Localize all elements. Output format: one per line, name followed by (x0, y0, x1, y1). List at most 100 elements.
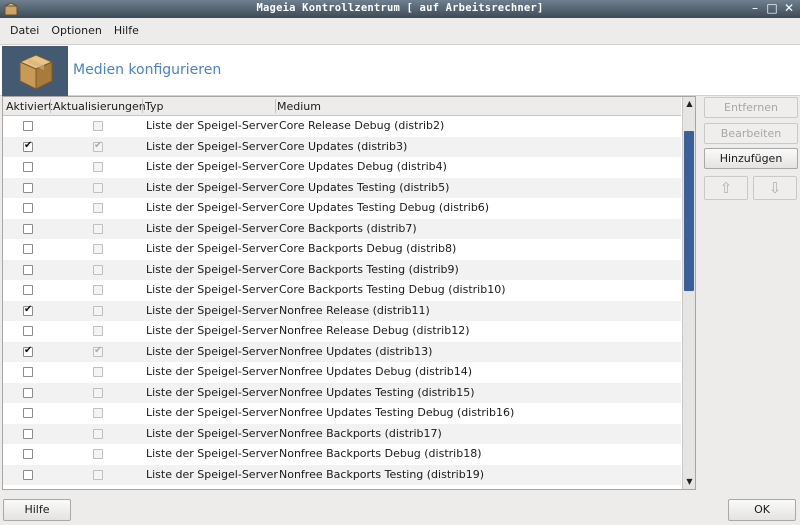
updates-checkbox[interactable] (93, 203, 103, 213)
table-row[interactable]: Liste der Speigel-Server Nonfree Updates … (3, 362, 681, 383)
activated-checkbox[interactable]: ✔ (23, 345, 33, 357)
activated-checkbox[interactable] (23, 408, 33, 418)
table-row[interactable]: Liste der Speigel-Server Core Backports T… (3, 259, 681, 280)
remove-button[interactable]: Entfernen (704, 97, 798, 118)
menu-datei[interactable]: Datei (4, 24, 45, 37)
help-button[interactable]: Hilfe (3, 499, 71, 521)
col-header-typ[interactable]: Typ (145, 100, 164, 113)
page-title: Medien konfigurieren (73, 62, 222, 78)
updates-checkbox[interactable] (93, 182, 103, 193)
activated-checkbox[interactable] (23, 469, 33, 480)
updates-checkbox[interactable] (93, 285, 103, 295)
activated-checkbox[interactable] (23, 285, 33, 295)
scroll-down-icon[interactable]: ▼ (684, 476, 695, 488)
menubar: Datei Optionen Hilfe (0, 18, 800, 42)
table-row[interactable]: Liste der Speigel-Server Core Backports (… (3, 218, 681, 239)
updates-checkbox[interactable] (93, 244, 103, 254)
minimize-icon[interactable]: – (748, 1, 762, 15)
updates-checkbox[interactable]: ✔ (93, 345, 103, 357)
table-row[interactable]: ✔ Liste der Speigel-Server Nonfree Release… (3, 300, 681, 321)
table-row[interactable]: Liste der Speigel-Server Nonfree Updates … (3, 403, 681, 424)
activated-checkbox[interactable] (23, 162, 33, 172)
type-cell: Liste der Speigel-Server (146, 344, 278, 358)
table-row[interactable]: Liste der Speigel-ServerNonfree Backport… (3, 485, 681, 489)
medium-cell: Nonfree Release (distrib11) (279, 303, 430, 317)
activated-checkbox[interactable]: ✔ (23, 303, 33, 316)
add-button[interactable]: Hinzufügen (704, 148, 798, 169)
medium-cell: Core Release Debug (distrib2) (279, 119, 445, 132)
table-row[interactable]: Liste der Speigel-ServerNonfree Backport… (3, 444, 681, 465)
updates-checkbox[interactable] (93, 408, 103, 418)
table-row[interactable]: Liste der Speigel-ServerNonfree Backport… (3, 423, 681, 444)
activated-checkbox[interactable] (23, 244, 33, 254)
col-header-aktiviert[interactable]: Aktiviert (6, 100, 52, 113)
updates-checkbox[interactable] (93, 326, 103, 336)
activated-checkbox[interactable] (23, 449, 33, 459)
updates-checkbox[interactable] (93, 367, 103, 377)
table-header: Aktiviert Aktualisierungen Typ Medium (3, 97, 681, 116)
medium-cell: Nonfree Backports Testing Debug (distrib… (279, 488, 524, 489)
activated-checkbox[interactable] (23, 387, 33, 398)
updates-checkbox[interactable] (93, 449, 103, 459)
table-row[interactable]: Liste der Speigel-Server Core Updates Deb… (3, 157, 681, 178)
menu-optionen[interactable]: Optionen (45, 24, 107, 37)
close-icon[interactable]: ✕ (782, 1, 796, 15)
window-titlebar[interactable]: Mageia Kontrollzentrum [ auf Arbeitsrech… (0, 0, 800, 18)
check-icon: ✔ (24, 303, 33, 315)
updates-checkbox[interactable]: ✔ (93, 140, 103, 152)
table-row[interactable]: Liste der Speigel-Server Nonfree Updates … (3, 382, 681, 403)
column-separator (142, 99, 143, 113)
activated-checkbox[interactable] (23, 182, 33, 193)
table-row[interactable]: Liste der Speigel-Server Core Updates Tes… (3, 177, 681, 198)
medium-cell: Nonfree Backports Testing (distrib19) (279, 467, 484, 481)
updates-checkbox[interactable] (93, 387, 103, 398)
updates-checkbox[interactable] (93, 223, 103, 234)
maximize-icon[interactable]: □ (765, 1, 779, 15)
table-row[interactable]: Liste der Speigel-Server Nonfree Release … (3, 321, 681, 342)
type-cell: Liste der Speigel-Server (146, 262, 278, 276)
move-up-button[interactable]: ⇧ (704, 176, 748, 200)
activated-checkbox[interactable] (23, 121, 33, 131)
table-row[interactable]: Liste der Speigel-Server Core Release Deb… (3, 116, 681, 137)
col-header-aktualisierungen[interactable]: Aktualisierungen (53, 100, 146, 113)
table-row[interactable]: Liste der Speigel-Server Core Backports D… (3, 239, 681, 260)
medium-cell: Core Backports Debug (distrib8) (279, 242, 457, 255)
type-cell: Liste der Speigel-Server (146, 447, 278, 460)
activated-checkbox[interactable] (23, 223, 33, 234)
activated-checkbox[interactable] (23, 264, 33, 275)
medium-cell: Nonfree Updates Testing (distrib15) (279, 385, 475, 399)
updates-checkbox[interactable] (93, 121, 103, 131)
table-row[interactable]: ✔ ✔ Liste der Speigel-Server Core Updates (… (3, 136, 681, 157)
type-cell: Liste der Speigel-Server (146, 119, 278, 132)
activated-checkbox[interactable] (23, 326, 33, 336)
menu-hilfe[interactable]: Hilfe (108, 24, 145, 37)
updates-checkbox[interactable] (93, 162, 103, 172)
activated-checkbox[interactable] (23, 428, 33, 439)
activated-checkbox[interactable] (23, 367, 33, 377)
updates-checkbox[interactable] (93, 264, 103, 275)
table-row[interactable]: ✔ ✔ Liste der Speigel-Server Nonfree Update… (3, 341, 681, 362)
medium-cell: Core Backports (distrib7) (279, 221, 417, 235)
updates-checkbox[interactable] (93, 305, 103, 316)
type-cell: Liste der Speigel-Server (146, 324, 278, 337)
table-row[interactable]: Liste der Speigel-Server Core Backports T… (3, 280, 681, 301)
medium-cell: Nonfree Backports (distrib17) (279, 426, 442, 440)
table-row[interactable]: Liste der Speigel-Server Core Updates Tes… (3, 198, 681, 219)
col-header-medium[interactable]: Medium (277, 100, 321, 113)
updates-checkbox[interactable] (93, 469, 103, 480)
updates-checkbox[interactable] (93, 428, 103, 439)
activated-checkbox[interactable]: ✔ (23, 139, 33, 152)
scroll-up-icon[interactable]: ▲ (684, 98, 695, 110)
move-down-button[interactable]: ⇩ (753, 176, 797, 200)
edit-button[interactable]: Bearbeiten (704, 123, 798, 144)
table-row[interactable]: Liste der Speigel-ServerNonfree Backport… (3, 464, 681, 485)
vertical-scrollbar[interactable]: ▲ ▼ (682, 97, 695, 489)
type-cell: Liste der Speigel-Server (146, 160, 278, 173)
activated-checkbox[interactable] (23, 203, 33, 213)
medium-cell: Core Backports Testing Debug (distrib10) (279, 283, 506, 296)
check-icon: ✔ (24, 139, 33, 151)
ok-button[interactable]: OK (728, 499, 796, 521)
scrollbar-thumb[interactable] (684, 131, 694, 291)
medium-cell: Nonfree Updates Testing Debug (distrib16… (279, 406, 515, 419)
type-cell: Liste der Speigel-Server (146, 303, 278, 317)
